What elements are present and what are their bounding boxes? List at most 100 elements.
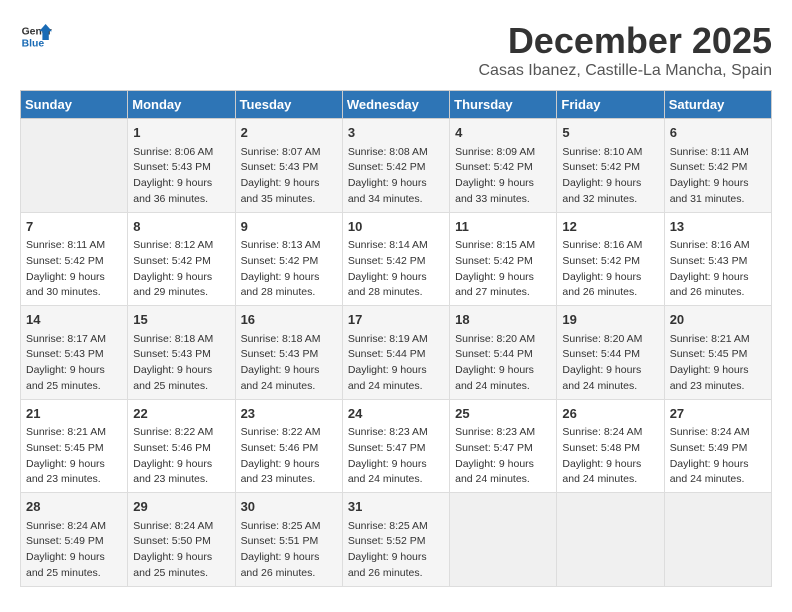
day-info: Sunrise: 8:10 AM Sunset: 5:42 PM Dayligh… [562, 145, 658, 208]
day-number: 13 [670, 217, 766, 237]
day-cell: 1Sunrise: 8:06 AM Sunset: 5:43 PM Daylig… [128, 119, 235, 213]
day-cell [450, 493, 557, 587]
day-number: 24 [348, 404, 444, 424]
day-cell: 9Sunrise: 8:13 AM Sunset: 5:42 PM Daylig… [235, 212, 342, 306]
column-header-monday: Monday [128, 91, 235, 119]
day-info: Sunrise: 8:09 AM Sunset: 5:42 PM Dayligh… [455, 145, 551, 208]
day-info: Sunrise: 8:11 AM Sunset: 5:42 PM Dayligh… [26, 238, 122, 301]
day-number: 10 [348, 217, 444, 237]
day-cell: 17Sunrise: 8:19 AM Sunset: 5:44 PM Dayli… [342, 306, 449, 400]
day-info: Sunrise: 8:20 AM Sunset: 5:44 PM Dayligh… [562, 332, 658, 395]
day-number: 25 [455, 404, 551, 424]
week-row-4: 21Sunrise: 8:21 AM Sunset: 5:45 PM Dayli… [21, 399, 772, 493]
day-info: Sunrise: 8:08 AM Sunset: 5:42 PM Dayligh… [348, 145, 444, 208]
day-cell: 28Sunrise: 8:24 AM Sunset: 5:49 PM Dayli… [21, 493, 128, 587]
day-cell: 24Sunrise: 8:23 AM Sunset: 5:47 PM Dayli… [342, 399, 449, 493]
day-info: Sunrise: 8:18 AM Sunset: 5:43 PM Dayligh… [133, 332, 229, 395]
day-cell [21, 119, 128, 213]
day-number: 1 [133, 123, 229, 143]
day-number: 21 [26, 404, 122, 424]
day-cell: 8Sunrise: 8:12 AM Sunset: 5:42 PM Daylig… [128, 212, 235, 306]
day-number: 27 [670, 404, 766, 424]
week-row-1: 1Sunrise: 8:06 AM Sunset: 5:43 PM Daylig… [21, 119, 772, 213]
day-number: 3 [348, 123, 444, 143]
day-cell: 5Sunrise: 8:10 AM Sunset: 5:42 PM Daylig… [557, 119, 664, 213]
day-info: Sunrise: 8:24 AM Sunset: 5:49 PM Dayligh… [26, 519, 122, 582]
column-header-thursday: Thursday [450, 91, 557, 119]
day-cell: 20Sunrise: 8:21 AM Sunset: 5:45 PM Dayli… [664, 306, 771, 400]
subtitle: Casas Ibanez, Castille-La Mancha, Spain [479, 62, 773, 80]
day-number: 16 [241, 310, 337, 330]
day-info: Sunrise: 8:06 AM Sunset: 5:43 PM Dayligh… [133, 145, 229, 208]
day-cell: 6Sunrise: 8:11 AM Sunset: 5:42 PM Daylig… [664, 119, 771, 213]
day-number: 4 [455, 123, 551, 143]
day-cell [664, 493, 771, 587]
day-number: 31 [348, 497, 444, 517]
svg-text:Blue: Blue [22, 38, 45, 49]
day-number: 23 [241, 404, 337, 424]
day-cell: 16Sunrise: 8:18 AM Sunset: 5:43 PM Dayli… [235, 306, 342, 400]
day-number: 17 [348, 310, 444, 330]
week-row-5: 28Sunrise: 8:24 AM Sunset: 5:49 PM Dayli… [21, 493, 772, 587]
day-cell: 7Sunrise: 8:11 AM Sunset: 5:42 PM Daylig… [21, 212, 128, 306]
day-info: Sunrise: 8:22 AM Sunset: 5:46 PM Dayligh… [133, 425, 229, 488]
day-info: Sunrise: 8:12 AM Sunset: 5:42 PM Dayligh… [133, 238, 229, 301]
column-header-wednesday: Wednesday [342, 91, 449, 119]
day-cell: 4Sunrise: 8:09 AM Sunset: 5:42 PM Daylig… [450, 119, 557, 213]
logo-icon: General Blue [20, 20, 52, 52]
day-number: 11 [455, 217, 551, 237]
day-number: 30 [241, 497, 337, 517]
day-info: Sunrise: 8:24 AM Sunset: 5:49 PM Dayligh… [670, 425, 766, 488]
day-number: 19 [562, 310, 658, 330]
column-header-sunday: Sunday [21, 91, 128, 119]
day-cell: 22Sunrise: 8:22 AM Sunset: 5:46 PM Dayli… [128, 399, 235, 493]
day-number: 5 [562, 123, 658, 143]
day-number: 2 [241, 123, 337, 143]
day-info: Sunrise: 8:13 AM Sunset: 5:42 PM Dayligh… [241, 238, 337, 301]
day-info: Sunrise: 8:11 AM Sunset: 5:42 PM Dayligh… [670, 145, 766, 208]
day-number: 22 [133, 404, 229, 424]
day-cell: 25Sunrise: 8:23 AM Sunset: 5:47 PM Dayli… [450, 399, 557, 493]
day-cell: 14Sunrise: 8:17 AM Sunset: 5:43 PM Dayli… [21, 306, 128, 400]
column-header-friday: Friday [557, 91, 664, 119]
day-cell: 29Sunrise: 8:24 AM Sunset: 5:50 PM Dayli… [128, 493, 235, 587]
day-info: Sunrise: 8:25 AM Sunset: 5:52 PM Dayligh… [348, 519, 444, 582]
day-info: Sunrise: 8:23 AM Sunset: 5:47 PM Dayligh… [455, 425, 551, 488]
day-info: Sunrise: 8:21 AM Sunset: 5:45 PM Dayligh… [26, 425, 122, 488]
page-header: General Blue December 2025 Casas Ibanez,… [20, 20, 772, 80]
day-number: 12 [562, 217, 658, 237]
day-number: 29 [133, 497, 229, 517]
day-info: Sunrise: 8:24 AM Sunset: 5:50 PM Dayligh… [133, 519, 229, 582]
day-info: Sunrise: 8:21 AM Sunset: 5:45 PM Dayligh… [670, 332, 766, 395]
day-info: Sunrise: 8:20 AM Sunset: 5:44 PM Dayligh… [455, 332, 551, 395]
day-cell: 13Sunrise: 8:16 AM Sunset: 5:43 PM Dayli… [664, 212, 771, 306]
day-number: 6 [670, 123, 766, 143]
day-info: Sunrise: 8:17 AM Sunset: 5:43 PM Dayligh… [26, 332, 122, 395]
day-cell: 3Sunrise: 8:08 AM Sunset: 5:42 PM Daylig… [342, 119, 449, 213]
day-cell: 27Sunrise: 8:24 AM Sunset: 5:49 PM Dayli… [664, 399, 771, 493]
title-block: December 2025 Casas Ibanez, Castille-La … [479, 20, 773, 80]
day-info: Sunrise: 8:22 AM Sunset: 5:46 PM Dayligh… [241, 425, 337, 488]
day-info: Sunrise: 8:23 AM Sunset: 5:47 PM Dayligh… [348, 425, 444, 488]
column-header-tuesday: Tuesday [235, 91, 342, 119]
week-row-2: 7Sunrise: 8:11 AM Sunset: 5:42 PM Daylig… [21, 212, 772, 306]
day-cell: 31Sunrise: 8:25 AM Sunset: 5:52 PM Dayli… [342, 493, 449, 587]
day-cell [557, 493, 664, 587]
day-cell: 15Sunrise: 8:18 AM Sunset: 5:43 PM Dayli… [128, 306, 235, 400]
day-cell: 30Sunrise: 8:25 AM Sunset: 5:51 PM Dayli… [235, 493, 342, 587]
day-number: 14 [26, 310, 122, 330]
day-info: Sunrise: 8:19 AM Sunset: 5:44 PM Dayligh… [348, 332, 444, 395]
day-cell: 12Sunrise: 8:16 AM Sunset: 5:42 PM Dayli… [557, 212, 664, 306]
column-header-saturday: Saturday [664, 91, 771, 119]
month-title: December 2025 [479, 20, 773, 62]
day-cell: 11Sunrise: 8:15 AM Sunset: 5:42 PM Dayli… [450, 212, 557, 306]
day-number: 26 [562, 404, 658, 424]
day-cell: 21Sunrise: 8:21 AM Sunset: 5:45 PM Dayli… [21, 399, 128, 493]
day-number: 28 [26, 497, 122, 517]
calendar-header-row: SundayMondayTuesdayWednesdayThursdayFrid… [21, 91, 772, 119]
day-info: Sunrise: 8:25 AM Sunset: 5:51 PM Dayligh… [241, 519, 337, 582]
day-cell: 23Sunrise: 8:22 AM Sunset: 5:46 PM Dayli… [235, 399, 342, 493]
day-info: Sunrise: 8:16 AM Sunset: 5:42 PM Dayligh… [562, 238, 658, 301]
day-cell: 2Sunrise: 8:07 AM Sunset: 5:43 PM Daylig… [235, 119, 342, 213]
day-number: 18 [455, 310, 551, 330]
